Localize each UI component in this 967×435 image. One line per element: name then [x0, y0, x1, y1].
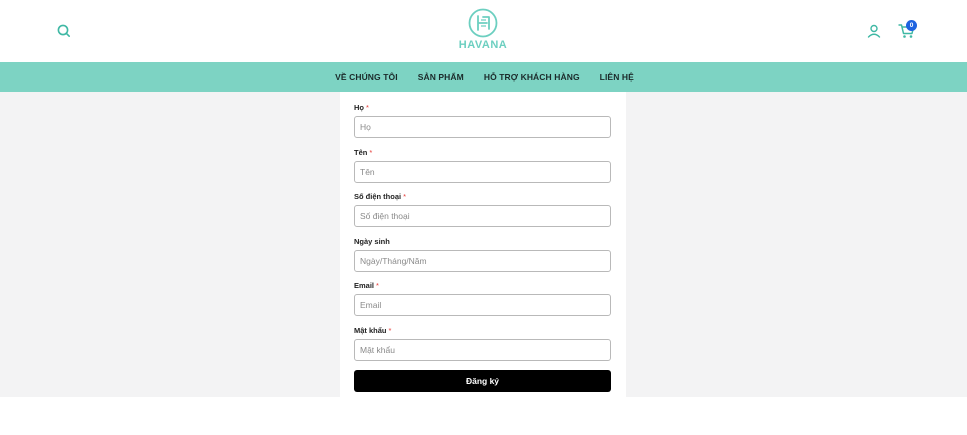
birthday-field: Ngày sinh: [354, 237, 611, 272]
password-input[interactable]: [354, 339, 611, 361]
phone-label: Số điện thoại *: [354, 192, 407, 201]
register-button[interactable]: Đăng ký: [354, 370, 611, 392]
user-icon: [867, 24, 881, 38]
register-form: Họ* Tên* Số điện thoại* Ngày sinh Email*…: [340, 92, 626, 397]
first-name-field: Tên *: [354, 148, 611, 183]
required-marker: *: [376, 281, 379, 290]
last-name-field: Họ *: [354, 103, 611, 138]
nav-item-about[interactable]: VỀ CHÚNG TÔI: [335, 72, 398, 82]
nav-item-contact[interactable]: LIÊN HỆ: [600, 72, 634, 82]
site-header: HAVANA 0: [0, 0, 967, 62]
required-marker: *: [388, 326, 392, 335]
first-name-input[interactable]: [354, 161, 611, 183]
logo-text: HAVANA: [458, 39, 508, 51]
phone-input[interactable]: [354, 205, 611, 227]
email-field: Email *: [354, 281, 611, 316]
logo-emblem-icon: [468, 8, 498, 38]
required-marker: *: [403, 192, 407, 201]
cart-count-badge: 0: [906, 20, 917, 31]
phone-field: Số điện thoại *: [354, 192, 611, 227]
nav-item-support[interactable]: HỖ TRỢ KHÁCH HÀNG: [484, 72, 580, 82]
search-button[interactable]: [56, 23, 72, 39]
email-input[interactable]: [354, 294, 611, 316]
password-field: Mật khẩu *: [354, 326, 611, 361]
required-marker: *: [366, 103, 369, 112]
last-name-label: Họ *: [354, 103, 369, 112]
required-marker: *: [369, 148, 373, 157]
email-label: Email *: [354, 281, 379, 290]
site-logo[interactable]: HAVANA: [455, 8, 511, 54]
birthday-label: Ngày sinh: [354, 237, 390, 246]
nav-item-products[interactable]: SẢN PHẨM: [418, 72, 464, 82]
first-name-label: Tên *: [354, 148, 373, 157]
main-nav: VỀ CHÚNG TÔI SẢN PHẨM HỖ TRỢ KHÁCH HÀNG …: [0, 62, 967, 92]
account-button[interactable]: [866, 23, 882, 39]
last-name-input[interactable]: [354, 116, 611, 138]
password-label: Mật khẩu *: [354, 326, 392, 335]
search-icon: [57, 24, 70, 37]
birthday-input[interactable]: [354, 250, 611, 272]
